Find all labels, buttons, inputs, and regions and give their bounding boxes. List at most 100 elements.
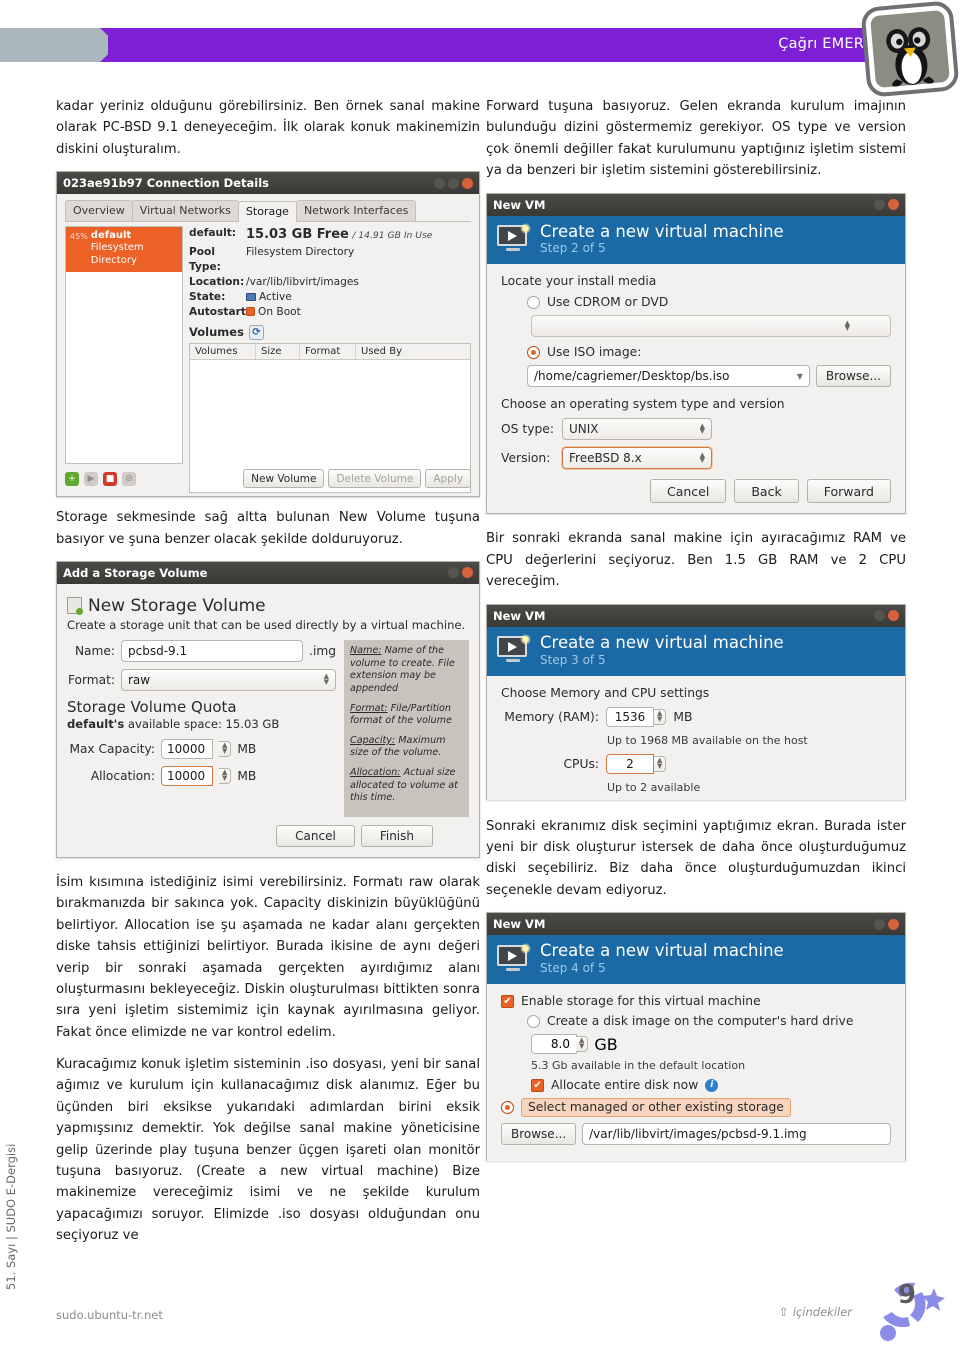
stepper-arrows-icon: ▲ ▼: [657, 755, 663, 770]
allocation-input[interactable]: 10000: [161, 765, 213, 786]
create-disk-radio-option[interactable]: Create a disk image on the computer's ha…: [527, 1014, 891, 1028]
close-icon[interactable]: [888, 610, 899, 622]
volume-format-select[interactable]: raw ▲ ▼: [121, 668, 336, 691]
maximize-icon[interactable]: [448, 177, 459, 189]
connection-details-tabs[interactable]: Overview Virtual Networks Storage Networ…: [65, 200, 471, 223]
column-volumes[interactable]: Volumes: [190, 343, 256, 359]
help-format-term: Format:: [350, 702, 388, 714]
memory-input[interactable]: 1536: [606, 706, 654, 727]
cdrom-radio-option[interactable]: Use CDROM or DVD: [527, 295, 891, 309]
checkbox-icon[interactable]: [246, 306, 255, 316]
memory-stepper[interactable]: ▲ ▼: [654, 708, 667, 725]
stop-pool-icon[interactable]: ■: [103, 471, 117, 486]
iso-radio-option[interactable]: Use ISO image:: [527, 345, 891, 359]
pool-type-row: Pool Type: Filesystem Directory: [189, 245, 471, 275]
maximize-icon[interactable]: [874, 918, 885, 930]
step3-titlebar: New VM: [487, 604, 905, 627]
cpu-input[interactable]: 2: [606, 753, 654, 774]
browse-button[interactable]: Browse...: [815, 365, 891, 388]
maximize-icon[interactable]: [874, 610, 885, 622]
issue-sidebar-label: 51. Sayı | SUDO E-Dergisi: [4, 1143, 18, 1290]
add-pool-icon[interactable]: +: [65, 471, 79, 486]
os-type-select[interactable]: UNIX ▲ ▼: [562, 418, 712, 441]
up-arrow-icon: ⇧: [778, 1305, 789, 1319]
storage-volume-heading-row: New Storage Volume: [67, 596, 469, 616]
column-format[interactable]: Format: [300, 343, 356, 359]
enable-storage-checkbox-row[interactable]: ✔ Enable storage for this virtual machin…: [501, 994, 891, 1008]
cancel-button[interactable]: Cancel: [276, 825, 355, 848]
storage-pool-list[interactable]: 45% default Filesystem Directory: [65, 226, 183, 465]
column-size[interactable]: Size: [256, 343, 300, 359]
radio-icon[interactable]: [527, 1014, 540, 1028]
pool-state-row: State: Active: [189, 290, 471, 305]
close-icon[interactable]: [888, 918, 899, 930]
finish-button[interactable]: Finish: [360, 825, 433, 848]
checkbox-checked-icon[interactable]: ✔: [501, 994, 514, 1008]
step4-banner: Create a new virtual machine Step 4 of 5: [487, 935, 905, 985]
pool-action-icons[interactable]: + ▶ ■ ⊘: [65, 471, 136, 486]
max-capacity-stepper[interactable]: ▲ ▼: [219, 740, 232, 757]
memory-label: Memory (RAM):: [504, 709, 599, 724]
connection-details-title: 023ae91b97 Connection Details: [63, 176, 270, 191]
select-existing-radio-option[interactable]: Select managed or other existing storage: [501, 1098, 891, 1118]
step3-section: Choose Memory and CPU settings: [501, 685, 710, 700]
tab-virtual-networks[interactable]: Virtual Networks: [131, 200, 239, 222]
header-purple-notch: [100, 28, 118, 62]
cpu-hint: Up to 2 available: [607, 780, 701, 794]
cpu-label: CPUs:: [563, 756, 599, 771]
new-volume-icon: [67, 597, 83, 616]
footer-url[interactable]: sudo.ubuntu-tr.net: [56, 1308, 163, 1322]
tab-overview[interactable]: Overview: [65, 200, 133, 222]
iso-path-input[interactable]: /home/cagriemer/Desktop/bs.iso ▼: [527, 365, 810, 388]
close-icon[interactable]: [462, 567, 473, 579]
chevron-down-icon[interactable]: ▼: [797, 372, 803, 381]
delete-volume-button: Delete Volume: [328, 469, 422, 489]
minimize-icon[interactable]: [434, 177, 445, 189]
browse-button[interactable]: Browse...: [501, 1123, 577, 1146]
step2-titlebar: New VM: [487, 193, 905, 216]
step2-window-controls[interactable]: [874, 199, 899, 210]
cancel-button[interactable]: Cancel: [650, 479, 727, 504]
radio-selected-icon[interactable]: [527, 345, 540, 359]
allocate-now-checkbox-row[interactable]: ✔ Allocate entire disk now i: [531, 1078, 891, 1092]
help-format: Format: File/Partition format of the vol…: [350, 703, 463, 728]
refresh-icon[interactable]: ⟳: [248, 324, 264, 340]
maximize-icon[interactable]: [874, 199, 885, 210]
table-of-contents-link[interactable]: ⇧ içindekiler: [779, 1305, 852, 1319]
os-type-label: OS type:: [501, 422, 555, 437]
column-used-by[interactable]: Used By: [356, 344, 470, 359]
new-volume-button[interactable]: New Volume: [243, 469, 325, 489]
window-controls[interactable]: [434, 177, 473, 189]
checkbox-checked-icon[interactable]: ✔: [531, 1078, 544, 1092]
tab-network-interfaces[interactable]: Network Interfaces: [295, 200, 417, 222]
add-storage-volume-window: Add a Storage Volume New Storage Volume …: [56, 560, 480, 859]
close-icon[interactable]: [888, 199, 899, 210]
cpu-stepper[interactable]: ▲ ▼: [654, 755, 667, 772]
volume-name-input[interactable]: pcbsd-9.1: [121, 639, 304, 662]
apply-button: Apply: [425, 469, 471, 489]
toc-label: içindekiler: [792, 1305, 852, 1319]
radio-selected-icon[interactable]: [501, 1101, 514, 1115]
storage-pool-item-default[interactable]: 45% default Filesystem Directory: [66, 227, 182, 272]
step4-banner-title: Create a new virtual machine: [540, 941, 784, 961]
disk-size-input[interactable]: 8.0: [531, 1034, 577, 1055]
pool-type-label: Pool Type:: [189, 245, 221, 273]
tab-storage[interactable]: Storage: [237, 201, 297, 223]
volume-format-label: Format:: [67, 672, 115, 687]
storage-window-controls[interactable]: [448, 567, 473, 579]
close-icon[interactable]: [462, 177, 473, 189]
allocation-stepper[interactable]: ▲ ▼: [219, 767, 232, 784]
maximize-icon[interactable]: [448, 567, 459, 579]
enable-storage-label: Enable storage for this virtual machine: [521, 994, 761, 1009]
forward-button[interactable]: Forward: [806, 479, 891, 504]
back-button[interactable]: Back: [734, 479, 799, 504]
info-icon[interactable]: i: [705, 1078, 719, 1092]
max-capacity-input[interactable]: 10000: [161, 738, 213, 759]
step4-window-controls[interactable]: [874, 918, 899, 930]
disk-size-stepper[interactable]: ▲ ▼: [576, 1036, 589, 1052]
step3-window-controls[interactable]: [874, 610, 899, 622]
version-select[interactable]: FreeBSD 8.x ▲ ▼: [562, 447, 712, 470]
storage-path-input[interactable]: /var/lib/libvirt/images/pcbsd-9.1.img: [582, 1123, 891, 1146]
virtual-machine-icon: [497, 222, 531, 253]
radio-icon[interactable]: [527, 295, 540, 309]
